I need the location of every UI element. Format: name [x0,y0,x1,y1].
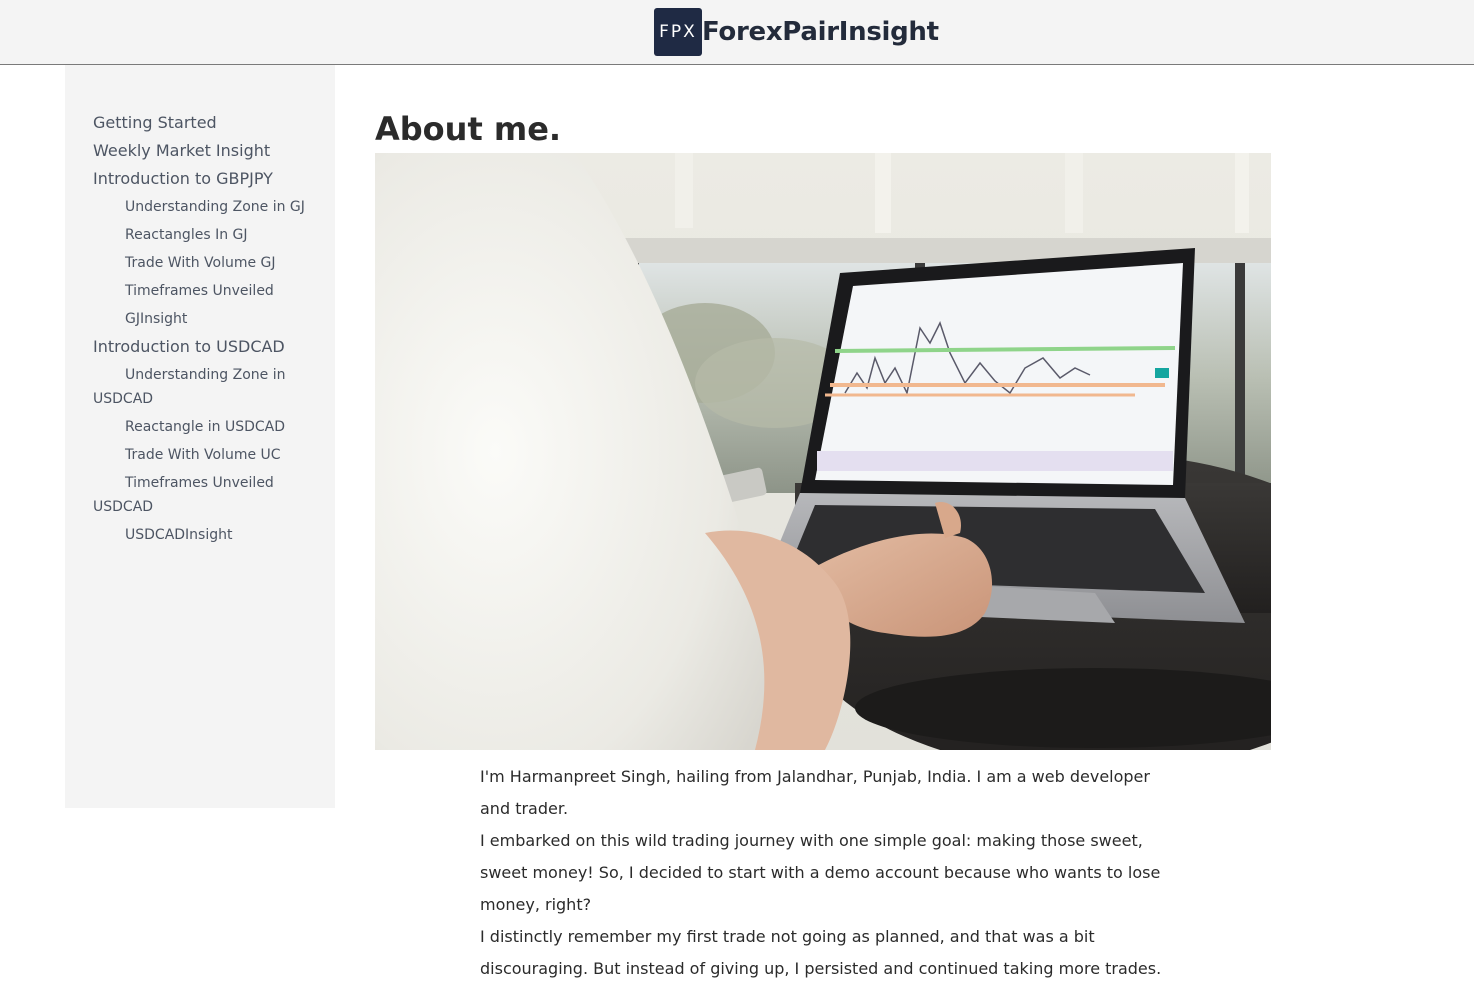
sidebar-subitem-usdcadinsight[interactable]: USDCADInsight [93,521,323,549]
bio-paragraph-3: I distinctly remember my first trade not… [480,927,1162,978]
sidebar-item-weekly-market-insight[interactable]: Weekly Market Insight [93,137,323,165]
sidebar-subitem-understanding-zone-usdcad[interactable]: Understanding Zone in USDCAD [93,361,323,413]
about-bio: I'm Harmanpreet Singh, hailing from Jala… [480,761,1180,985]
sidebar-subitem-timeframes-unveiled-usdcad[interactable]: Timeframes Unveiled USDCAD [93,469,323,521]
page-title: About me. [375,110,562,148]
sidebar-subitem-reactangle-usdcad[interactable]: Reactangle in USDCAD [93,413,323,441]
sidebar-item-intro-gbpjpy[interactable]: Introduction to GBPJPY [93,165,323,193]
sidebar-subitem-gjinsight[interactable]: GJInsight [93,305,323,333]
sidebar-item-getting-started[interactable]: Getting Started [93,109,323,137]
bio-paragraph-2: I embarked on this wild trading journey … [480,831,1161,914]
bio-paragraph-1: I'm Harmanpreet Singh, hailing from Jala… [480,767,1150,818]
brand-link[interactable]: FPX ForexPairInsight [654,8,939,56]
brand-logo: FPX [654,8,702,56]
sidebar-subitem-trade-volume-gj[interactable]: Trade With Volume GJ [93,249,323,277]
sidebar-item-intro-usdcad[interactable]: Introduction to USDCAD [93,333,323,361]
hero-image-laptop-trading [375,153,1271,750]
hero-photo-illustration [375,153,1271,750]
sidebar-subitem-trade-volume-uc[interactable]: Trade With Volume UC [93,441,323,469]
sidebar-subitem-reactangles-gj[interactable]: Reactangles In GJ [93,221,323,249]
sidebar-nav-list: Getting Started Weekly Market Insight In… [93,109,323,549]
sidebar: Getting Started Weekly Market Insight In… [65,65,335,808]
site-header: FPX ForexPairInsight [0,0,1474,65]
sidebar-subitem-timeframes-unveiled[interactable]: Timeframes Unveiled [93,277,323,305]
sidebar-subitem-understanding-zone-gj[interactable]: Understanding Zone in GJ [93,193,323,221]
brand-name: ForexPairInsight [702,17,939,47]
